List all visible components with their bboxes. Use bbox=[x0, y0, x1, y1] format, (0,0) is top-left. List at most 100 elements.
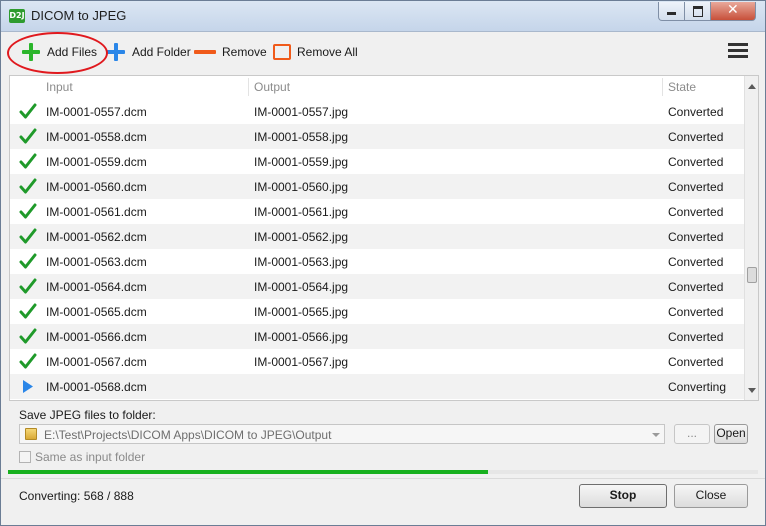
check-icon bbox=[19, 178, 37, 195]
state-cell: Converted bbox=[668, 330, 724, 344]
scroll-thumb[interactable] bbox=[747, 267, 757, 283]
table-row[interactable]: IM-0001-0562.dcm IM-0001-0562.jpg Converte… bbox=[10, 224, 744, 249]
output-file-cell: IM-0001-0564.jpg bbox=[254, 280, 349, 294]
check-icon bbox=[19, 153, 37, 170]
state-cell: Converted bbox=[668, 180, 724, 194]
remove-all-button[interactable]: Remove All bbox=[273, 40, 358, 64]
same-as-input-label: Same as input folder bbox=[35, 450, 146, 464]
table-row[interactable]: IM-0001-0566.dcm IM-0001-0566.jpg Converte… bbox=[10, 324, 744, 349]
save-folder-label: Save JPEG files to folder: bbox=[19, 408, 156, 422]
close-icon: ✕ bbox=[727, 2, 739, 18]
remove-button[interactable]: Remove bbox=[194, 40, 267, 64]
close-button[interactable]: Close bbox=[674, 484, 748, 508]
output-file-cell: IM-0001-0562.jpg bbox=[254, 230, 349, 244]
scroll-down-arrow-icon[interactable] bbox=[748, 388, 756, 393]
state-cell: Converted bbox=[668, 355, 724, 369]
check-icon bbox=[19, 228, 37, 245]
file-list: Input Output State IM-0001-0557.dcm IM-00… bbox=[9, 75, 759, 401]
table-row[interactable]: IM-0001-0561.dcm IM-0001-0561.jpg Converte… bbox=[10, 199, 744, 224]
table-row[interactable]: IM-0001-0557.dcm IM-0001-0557.jpg Converte… bbox=[10, 99, 744, 124]
maximize-button[interactable] bbox=[684, 2, 712, 21]
table-row[interactable]: IM-0001-0559.dcm IM-0001-0559.jpg Converte… bbox=[10, 149, 744, 174]
output-file-cell: IM-0001-0561.jpg bbox=[254, 205, 349, 219]
state-cell: Converted bbox=[668, 155, 724, 169]
column-header-state[interactable]: State bbox=[668, 80, 696, 94]
state-cell: Converted bbox=[668, 255, 724, 269]
list-header: Input Output State bbox=[10, 76, 744, 98]
input-file-cell: IM-0001-0558.dcm bbox=[46, 130, 147, 144]
output-folder-combobox[interactable]: E:\Test\Projects\DICOM Apps\DICOM to JPE… bbox=[19, 424, 665, 444]
table-row[interactable]: IM-0001-0564.dcm IM-0001-0564.jpg Converte… bbox=[10, 274, 744, 299]
check-icon bbox=[19, 353, 37, 370]
title-bar[interactable]: D2J DICOM to JPEG ✕ bbox=[1, 1, 765, 32]
output-file-cell: IM-0001-0565.jpg bbox=[254, 305, 349, 319]
add-folder-button[interactable]: Add Folder bbox=[106, 40, 191, 64]
state-cell: Converted bbox=[668, 130, 724, 144]
status-text: Converting: 568 / 888 bbox=[19, 489, 134, 503]
stop-button[interactable]: Stop bbox=[579, 484, 667, 508]
check-icon bbox=[19, 203, 37, 220]
hamburger-menu-icon[interactable] bbox=[728, 42, 748, 60]
input-file-cell: IM-0001-0565.dcm bbox=[46, 305, 147, 319]
plus-icon bbox=[106, 42, 126, 62]
remove-label: Remove bbox=[222, 45, 267, 59]
add-folder-label: Add Folder bbox=[132, 45, 191, 59]
minus-icon bbox=[194, 50, 216, 54]
input-file-cell: IM-0001-0561.dcm bbox=[46, 205, 147, 219]
open-folder-button[interactable]: Open bbox=[714, 424, 748, 444]
vertical-scrollbar[interactable] bbox=[744, 76, 758, 400]
add-files-button[interactable]: Add Files bbox=[21, 40, 97, 64]
input-file-cell: IM-0001-0562.dcm bbox=[46, 230, 147, 244]
same-as-input-checkbox[interactable] bbox=[19, 451, 31, 463]
scroll-up-arrow-icon[interactable] bbox=[748, 84, 756, 89]
input-file-cell: IM-0001-0563.dcm bbox=[46, 255, 147, 269]
progress-fill bbox=[8, 470, 488, 474]
output-folder-path: E:\Test\Projects\DICOM Apps\DICOM to JPE… bbox=[44, 428, 332, 442]
input-file-cell: IM-0001-0564.dcm bbox=[46, 280, 147, 294]
input-file-cell: IM-0001-0560.dcm bbox=[46, 180, 147, 194]
input-file-cell: IM-0001-0567.dcm bbox=[46, 355, 147, 369]
state-cell: Converted bbox=[668, 230, 724, 244]
maximize-icon bbox=[693, 6, 703, 17]
browse-button[interactable]: ... bbox=[674, 424, 710, 444]
column-header-input[interactable]: Input bbox=[46, 80, 73, 94]
minimize-icon bbox=[667, 12, 676, 15]
close-window-button[interactable]: ✕ bbox=[710, 2, 756, 21]
chevron-down-icon[interactable] bbox=[652, 433, 660, 437]
plus-icon bbox=[21, 42, 41, 62]
output-file-cell: IM-0001-0558.jpg bbox=[254, 130, 349, 144]
add-files-label: Add Files bbox=[47, 45, 98, 59]
square-icon bbox=[273, 44, 291, 60]
check-icon bbox=[19, 253, 37, 270]
input-file-cell: IM-0001-0557.dcm bbox=[46, 105, 147, 119]
input-file-cell: IM-0001-0568.dcm bbox=[46, 380, 147, 394]
check-icon bbox=[19, 103, 37, 120]
table-row[interactable]: IM-0001-0563.dcm IM-0001-0563.jpg Converte… bbox=[10, 249, 744, 274]
state-cell: Converted bbox=[668, 305, 724, 319]
app-window: D2J DICOM to JPEG ✕ Add Files Add Folder… bbox=[0, 0, 766, 526]
column-header-output[interactable]: Output bbox=[254, 80, 290, 94]
state-cell: Converted bbox=[668, 205, 724, 219]
window-title: DICOM to JPEG bbox=[31, 8, 127, 23]
check-icon bbox=[19, 128, 37, 145]
table-row[interactable]: IM-0001-0560.dcm IM-0001-0560.jpg Converte… bbox=[10, 174, 744, 199]
table-row[interactable]: IM-0001-0565.dcm IM-0001-0565.jpg Converte… bbox=[10, 299, 744, 324]
play-icon bbox=[19, 378, 37, 395]
minimize-button[interactable] bbox=[658, 2, 686, 21]
state-cell: Converted bbox=[668, 280, 724, 294]
state-cell: Converted bbox=[668, 105, 724, 119]
output-file-cell: IM-0001-0563.jpg bbox=[254, 255, 349, 269]
toolbar: Add Files Add Folder Remove Remove All bbox=[1, 32, 765, 75]
column-divider[interactable] bbox=[662, 78, 663, 96]
output-file-cell: IM-0001-0560.jpg bbox=[254, 180, 349, 194]
state-cell: Converting bbox=[668, 380, 727, 394]
table-row[interactable]: IM-0001-0558.dcm IM-0001-0558.jpg Converte… bbox=[10, 124, 744, 149]
table-row[interactable]: IM-0001-0567.dcm IM-0001-0567.jpg Converte… bbox=[10, 349, 744, 374]
remove-all-label: Remove All bbox=[297, 45, 358, 59]
folder-icon bbox=[25, 428, 37, 440]
table-row[interactable]: IM-0001-0568.dcm Converting bbox=[10, 374, 744, 399]
column-divider[interactable] bbox=[248, 78, 249, 96]
divider bbox=[1, 478, 765, 479]
output-file-cell: IM-0001-0559.jpg bbox=[254, 155, 349, 169]
output-file-cell: IM-0001-0567.jpg bbox=[254, 355, 349, 369]
